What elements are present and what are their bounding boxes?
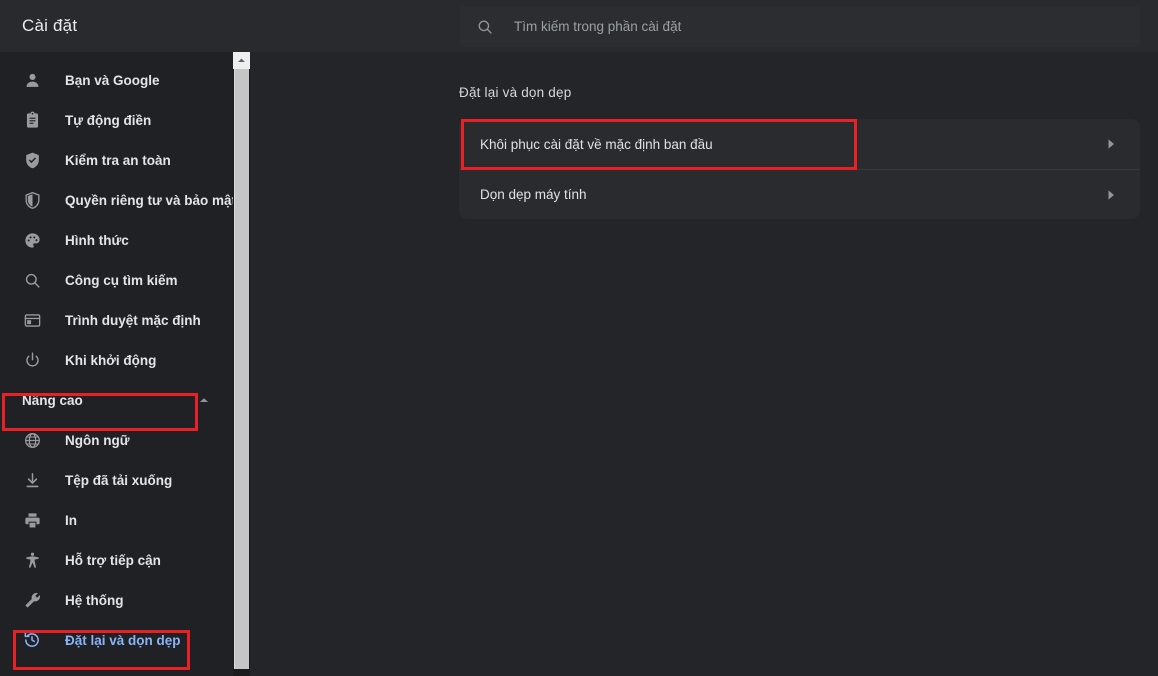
sidebar-item-safety-check[interactable]: Kiểm tra an toàn — [0, 140, 233, 180]
sidebar-nav: Bạn và Google Tự động điền Kiểm tra an t… — [0, 52, 233, 660]
sidebar-item-label: Trình duyệt mặc định — [65, 312, 201, 328]
caret-up-icon[interactable] — [233, 52, 250, 69]
sidebar-item-privacy-security[interactable]: Quyền riêng tư và bảo mật — [0, 180, 233, 220]
sidebar-item-system[interactable]: Hệ thống — [0, 580, 233, 620]
globe-icon — [22, 430, 42, 450]
sidebar-item-label: Đặt lại và dọn dẹp — [65, 632, 181, 648]
sidebar-item-label: Khi khởi động — [65, 352, 157, 368]
sidebar-item-reset-and-cleanup[interactable]: Đặt lại và dọn dẹp — [0, 620, 233, 660]
sidebar-item-label: In — [65, 512, 77, 528]
sidebar-item-label: Hỗ trợ tiếp cận — [65, 552, 161, 568]
header-bar: Cài đặt — [0, 0, 1158, 52]
sidebar-item-label: Tệp đã tải xuống — [65, 472, 173, 488]
sidebar-group-advanced[interactable]: Nâng cao — [0, 380, 233, 420]
wrench-icon — [22, 590, 42, 610]
row-restore-settings[interactable]: Khôi phục cài đặt về mặc định ban đầu — [459, 119, 1140, 169]
shield-check-icon — [22, 150, 42, 170]
sidebar-group-label: Nâng cao — [22, 392, 83, 408]
sidebar-item-on-startup[interactable]: Khi khởi động — [0, 340, 233, 380]
sidebar-item-label: Quyền riêng tư và bảo mật — [65, 192, 233, 208]
clipboard-icon — [22, 110, 42, 130]
sidebar-scrollbar[interactable] — [233, 52, 250, 676]
person-icon — [22, 70, 42, 90]
settings-window: Cài đặt Bạn và Google — [0, 0, 1158, 676]
sidebar-item-default-browser[interactable]: Trình duyệt mặc định — [0, 300, 233, 340]
browser-window-icon — [22, 310, 42, 330]
sidebar-item-label: Công cụ tìm kiếm — [65, 272, 178, 288]
section-title: Đặt lại và dọn dẹp — [459, 85, 572, 100]
row-clean-up-computer[interactable]: Dọn dẹp máy tính — [459, 169, 1140, 219]
sidebar-item-label: Tự động điền — [65, 112, 152, 128]
printer-icon — [22, 510, 42, 530]
shield-half-icon — [22, 190, 42, 210]
row-label: Dọn dẹp máy tính — [480, 187, 587, 202]
accessibility-icon — [22, 550, 42, 570]
download-icon — [22, 470, 42, 490]
chevron-right-icon[interactable] — [1106, 138, 1116, 150]
sidebar-item-label: Kiểm tra an toàn — [65, 152, 171, 168]
palette-icon — [22, 230, 42, 250]
row-label: Khôi phục cài đặt về mặc định ban đầu — [480, 136, 713, 152]
sidebar-item-label: Hình thức — [65, 232, 129, 248]
search-box[interactable] — [460, 6, 1140, 47]
sidebar-item-downloads[interactable]: Tệp đã tải xuống — [0, 460, 233, 500]
sidebar-item-search-engine[interactable]: Công cụ tìm kiếm — [0, 260, 233, 300]
search-icon — [22, 270, 42, 290]
sidebar-item-accessibility[interactable]: Hỗ trợ tiếp cận — [0, 540, 233, 580]
settings-card: Khôi phục cài đặt về mặc định ban đầu Dọ… — [459, 119, 1140, 219]
sidebar: Bạn và Google Tự động điền Kiểm tra an t… — [0, 52, 233, 676]
sidebar-item-label: Hệ thống — [65, 592, 124, 608]
main-content: Đặt lại và dọn dẹp Khôi phục cài đặt về … — [250, 52, 1158, 676]
history-restore-icon — [22, 630, 42, 650]
sidebar-item-label: Bạn và Google — [65, 72, 160, 88]
search-icon — [476, 18, 494, 36]
sidebar-item-autofill[interactable]: Tự động điền — [0, 100, 233, 140]
scrollbar-thumb[interactable] — [234, 69, 249, 669]
sidebar-item-label: Ngôn ngữ — [65, 432, 130, 448]
chevron-right-icon[interactable] — [1106, 189, 1116, 201]
page-title: Cài đặt — [22, 16, 78, 35]
sidebar-item-appearance[interactable]: Hình thức — [0, 220, 233, 260]
chevron-up-icon[interactable] — [197, 393, 211, 407]
sidebar-item-printing[interactable]: In — [0, 500, 233, 540]
power-icon — [22, 350, 42, 370]
search-input[interactable] — [514, 19, 1140, 34]
sidebar-item-languages[interactable]: Ngôn ngữ — [0, 420, 233, 460]
sidebar-item-you-and-google[interactable]: Bạn và Google — [0, 60, 233, 100]
